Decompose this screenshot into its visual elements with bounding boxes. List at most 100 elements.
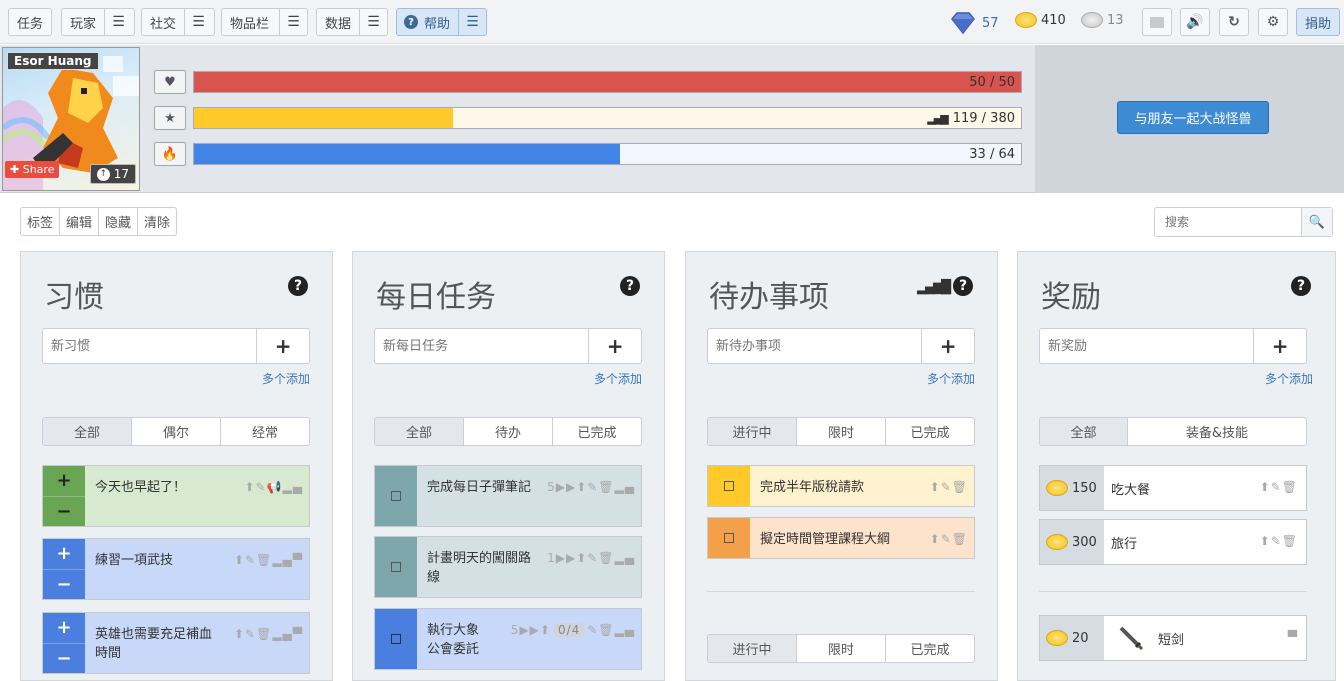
comment-icon[interactable]: ▀	[1288, 630, 1298, 644]
reward-item[interactable]: 300 旅行 ⬆✎🗑	[1039, 519, 1307, 565]
bulk-add-link[interactable]: 多个添加	[1265, 370, 1313, 387]
task-actions-icon[interactable]: ⬆✎🗑	[1260, 480, 1298, 494]
help-circle-icon[interactable]: ?	[1291, 276, 1311, 296]
filter-dated[interactable]: 限时	[797, 418, 886, 445]
settings-button[interactable]: ⚙	[1258, 8, 1288, 36]
filter-weak[interactable]: 偶尔	[132, 418, 221, 445]
help-circle-icon[interactable]: ?	[953, 276, 973, 296]
task-actions-icon[interactable]: ✎🗑▂▄	[587, 623, 635, 637]
add-todo-button[interactable]: +	[921, 329, 974, 363]
reward-price[interactable]: 20	[1040, 616, 1104, 660]
sound-button[interactable]: 🔊	[1180, 8, 1210, 36]
filter-due[interactable]: 待办	[464, 418, 553, 445]
reward-price[interactable]: 300	[1040, 520, 1104, 564]
chat-button[interactable]	[1142, 8, 1172, 36]
habit-item[interactable]: + − 練習一項武技 ⬆✎🗑▂▄▀	[42, 538, 310, 600]
checkbox[interactable]	[708, 518, 750, 558]
sync-button[interactable]: ↻	[1219, 8, 1249, 36]
tags-button[interactable]: 标签	[21, 208, 61, 235]
task-actions-icon[interactable]: ⬆✎📢▂▄	[244, 478, 303, 497]
checkbox[interactable]	[375, 537, 417, 597]
help-circle-icon[interactable]: ?	[620, 276, 640, 296]
add-reward-button[interactable]: +	[1253, 329, 1306, 363]
nav-data[interactable]: 数据 ☰	[316, 8, 388, 36]
new-todo-input[interactable]	[708, 329, 922, 363]
filter-completed[interactable]: 已完成	[886, 418, 974, 445]
bulk-add-link[interactable]: 多个添加	[594, 370, 642, 387]
habit-item[interactable]: + − 今天也早起了！ ⬆✎📢▂▄	[42, 465, 310, 527]
add-daily-button[interactable]: +	[588, 329, 641, 363]
task-actions-icon[interactable]: ▶▶⬆✎🗑▂▄	[556, 551, 635, 565]
edit-button[interactable]: 编辑	[60, 208, 100, 235]
menu-icon[interactable]: ☰	[359, 9, 387, 35]
task-actions-icon[interactable]: ⬆✎🗑▂▄▀	[234, 625, 303, 644]
filter-active[interactable]: 进行中	[708, 418, 797, 445]
avatar[interactable]: Esor Huang ✚ Share ↑ 17	[2, 47, 140, 191]
nav-inventory[interactable]: 物品栏 ☰	[221, 8, 308, 36]
daily-item[interactable]: 執行大象公會委託 5▶▶⬆ 0/4 ✎🗑▂▄	[374, 608, 642, 670]
nav-tasks[interactable]: 任务	[8, 8, 52, 36]
menu-icon[interactable]: ☰	[279, 9, 307, 35]
filter-all[interactable]: 全部	[1040, 418, 1128, 445]
gold-coin-icon	[1015, 12, 1037, 28]
search-input[interactable]	[1155, 208, 1301, 236]
minus-button[interactable]: −	[43, 497, 85, 527]
donate-button[interactable]: 捐助	[1296, 8, 1340, 36]
filter-active[interactable]: 进行中	[708, 635, 797, 662]
todo-item[interactable]: 完成半年版稅請款 ⬆✎🗑	[707, 465, 975, 507]
add-habit-button[interactable]: +	[256, 329, 309, 363]
new-daily-input[interactable]	[375, 329, 589, 363]
plus-button[interactable]: +	[43, 539, 85, 570]
habit-item[interactable]: + − 英雄也需要充足補血時間 ⬆✎🗑▂▄▀	[42, 612, 310, 674]
daily-item[interactable]: 計畫明天的闖關路線 1▶▶⬆✎🗑▂▄	[374, 536, 642, 598]
hide-button[interactable]: 隐藏	[99, 208, 139, 235]
reward-item[interactable]: 150 吃大餐 ⬆✎🗑	[1039, 465, 1307, 511]
nav-social-label: 社交	[150, 16, 177, 32]
menu-icon[interactable]: ☰	[184, 9, 212, 35]
filter-strong[interactable]: 经常	[221, 418, 309, 445]
help-circle-icon[interactable]: ?	[288, 276, 308, 296]
checklist-badge[interactable]: 0/4	[552, 623, 586, 637]
filter-dated[interactable]: 限时	[797, 635, 886, 662]
filter-done[interactable]: 已完成	[553, 418, 641, 445]
checkbox[interactable]	[375, 609, 417, 669]
daily-item[interactable]: 完成每日子彈筆記 5▶▶⬆✎🗑▂▄	[374, 465, 642, 527]
minus-button[interactable]: −	[43, 570, 85, 600]
plus-button[interactable]: +	[43, 613, 85, 644]
task-actions-icon[interactable]: ⬆✎🗑	[930, 530, 968, 549]
filter-all[interactable]: 全部	[375, 418, 464, 445]
menu-icon[interactable]: ☰	[104, 9, 132, 35]
checkbox[interactable]	[375, 466, 417, 526]
task-actions-icon[interactable]: ⬆✎🗑▂▄▀	[234, 551, 303, 570]
checkbox[interactable]	[708, 466, 750, 506]
filter-equipment[interactable]: 装备&技能	[1128, 418, 1306, 445]
share-button[interactable]: ✚ Share	[5, 161, 60, 178]
task-actions-icon[interactable]: ▶▶⬆	[519, 623, 551, 637]
nav-help[interactable]: ? 帮助 ☰	[396, 8, 487, 36]
task-actions-icon[interactable]: ⬆✎🗑	[1260, 534, 1298, 548]
filter-all[interactable]: 全部	[43, 418, 132, 445]
task-actions-icon[interactable]: ⬆✎🗑	[930, 478, 968, 497]
clear-button[interactable]: 清除	[138, 208, 176, 235]
signal-bars-icon[interactable]: ▂▄▆█	[917, 280, 951, 295]
bulk-add-link[interactable]: 多个添加	[927, 370, 975, 387]
reward-item[interactable]: 20 短剑 ▀	[1039, 615, 1307, 661]
gem-icon	[951, 12, 975, 34]
nav-help-label: 帮助	[424, 16, 451, 32]
plus-button[interactable]: +	[43, 466, 85, 497]
search-button[interactable]: 🔍	[1301, 208, 1332, 236]
minus-button[interactable]: −	[43, 644, 85, 674]
reward-price[interactable]: 150	[1040, 466, 1104, 510]
todo-item[interactable]: 擬定時間管理課程大綱 ⬆✎🗑	[707, 517, 975, 559]
new-habit-input[interactable]	[43, 329, 257, 363]
task-actions-icon[interactable]: ▶▶⬆✎🗑▂▄	[556, 480, 635, 494]
mana-bar: 33 / 64	[193, 143, 1022, 165]
menu-icon[interactable]: ☰	[458, 9, 486, 35]
boss-battle-button[interactable]: 与朋友一起大战怪兽	[1117, 101, 1269, 134]
health-bar: 50 / 50	[193, 71, 1022, 93]
nav-user[interactable]: 玩家 ☰	[61, 8, 135, 36]
nav-social[interactable]: 社交 ☰	[141, 8, 215, 36]
bulk-add-link[interactable]: 多个添加	[262, 370, 310, 387]
filter-completed[interactable]: 已完成	[886, 635, 974, 662]
new-reward-input[interactable]	[1040, 329, 1254, 363]
